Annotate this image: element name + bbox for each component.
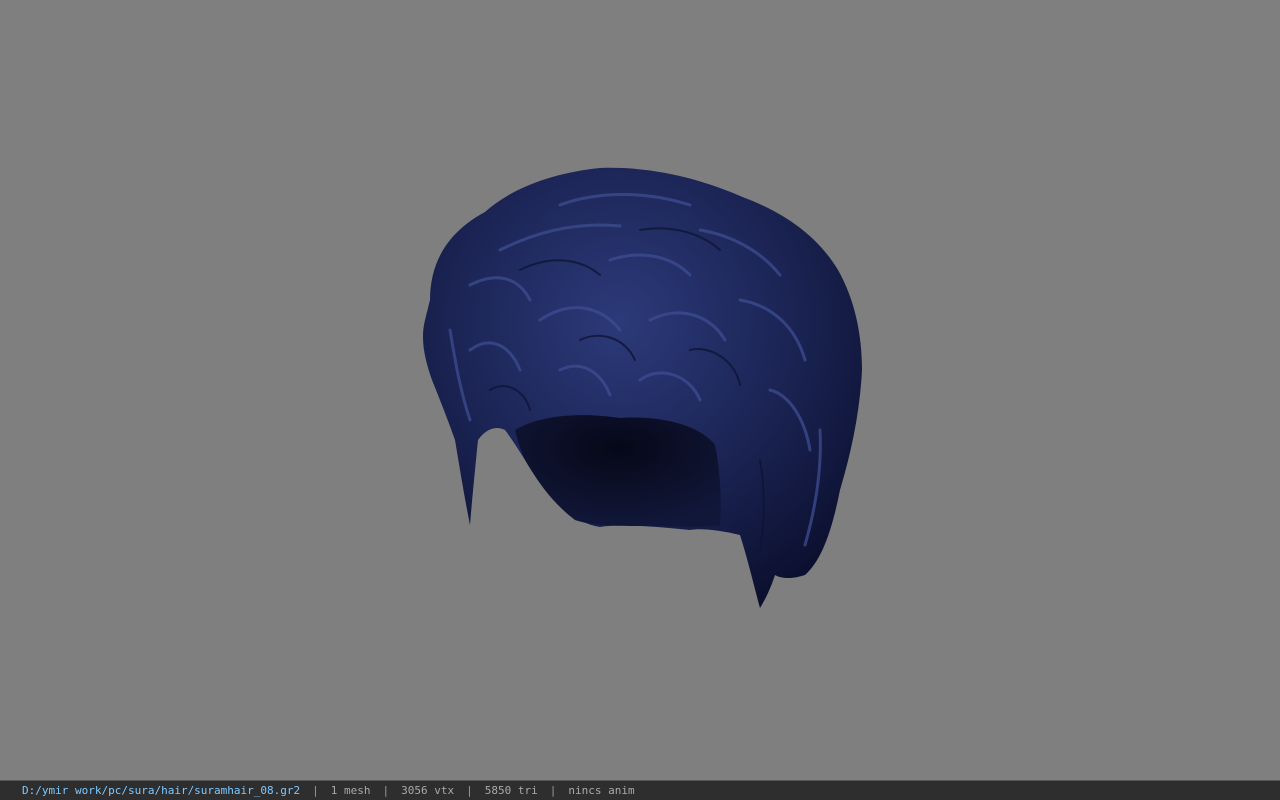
hair-silhouette [422, 167, 862, 608]
vertex-count: 3056 vtx [401, 784, 455, 797]
mesh-count: 1 mesh [330, 784, 371, 797]
hair-inner-shadow [515, 415, 721, 527]
triangle-count: 5850 tri [484, 784, 538, 797]
separator: | [549, 784, 557, 797]
file-path: D:/ymir work/pc/sura/hair/suramhair_08.g… [22, 784, 301, 797]
3d-viewport[interactable] [0, 0, 1280, 780]
separator: | [312, 784, 319, 797]
anim-info: nincs anim [568, 784, 635, 797]
status-bar: D:/ymir work/pc/sura/hair/suramhair_08.g… [0, 780, 1280, 800]
separator: | [466, 784, 473, 797]
hair-model[interactable] [0, 0, 1280, 780]
separator: | [382, 784, 390, 797]
